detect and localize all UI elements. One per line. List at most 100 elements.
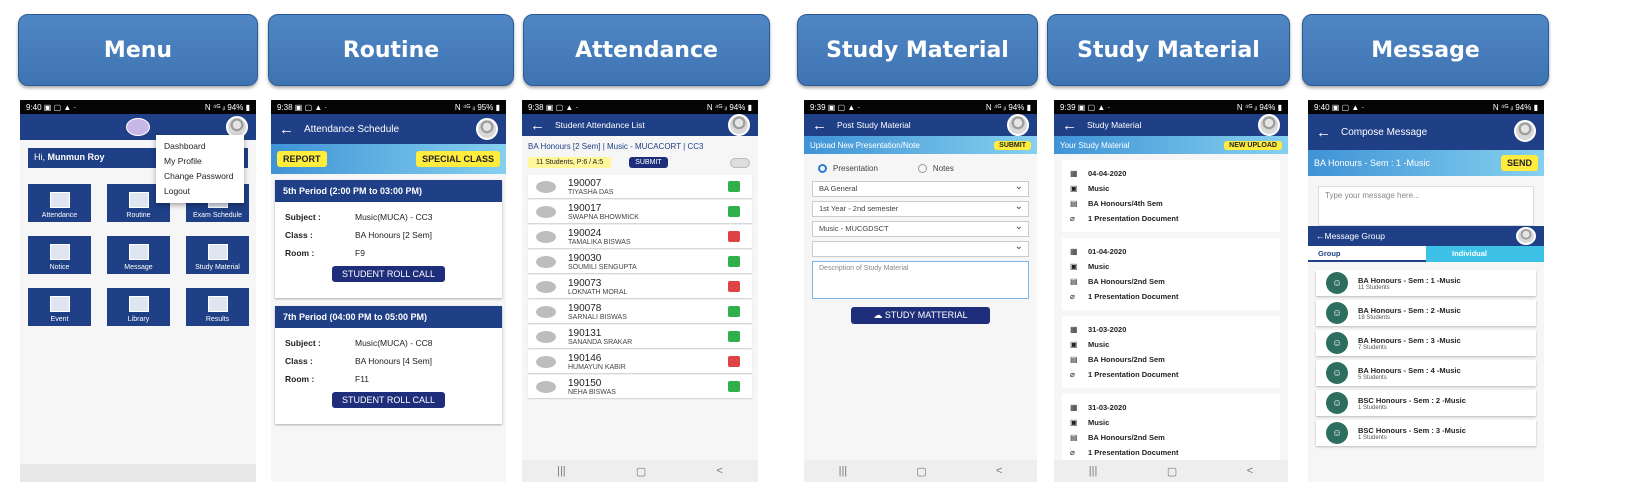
special-class-button[interactable]: SPECIAL CLASS xyxy=(416,151,500,167)
study-doc: 1 Presentation Document xyxy=(1088,214,1179,223)
present-checkbox[interactable] xyxy=(728,306,740,317)
dropdown-dashboard[interactable]: Dashboard xyxy=(164,139,236,154)
dropdown-my-profile[interactable]: My Profile xyxy=(164,154,236,169)
music-icon: ▣ xyxy=(1070,340,1078,349)
student-row[interactable]: 190024 TAMALIKA BISWAS xyxy=(528,225,752,248)
student-row[interactable]: 190150 NEHA BISWAS xyxy=(528,375,752,398)
avatar[interactable] xyxy=(1258,114,1280,136)
tile-study-material[interactable]: Study Material xyxy=(186,236,249,274)
student-roll-call-button[interactable]: STUDENT ROLL CALL xyxy=(331,266,446,282)
student-roll: 190131 xyxy=(568,327,602,339)
header-study-list: Study Material xyxy=(1047,14,1290,86)
dropdown-change-password[interactable]: Change Password xyxy=(164,169,236,184)
recents-icon[interactable]: ||| xyxy=(1089,465,1098,477)
back-arrow-icon[interactable]: ← xyxy=(1316,231,1325,241)
study-material-card[interactable]: ▦ 31-03-2020 ▣ Music ▤ BA Honours/2nd Sem ⌀ 1 P… xyxy=(1062,394,1280,466)
absent-checkbox[interactable] xyxy=(728,281,740,292)
student-row[interactable]: 190007 TIYASHA DAS xyxy=(528,175,752,198)
subject-select[interactable]: Music - MUCGDSCT xyxy=(812,221,1029,238)
study-material-card[interactable]: ▦ 31-03-2020 ▣ Music ▤ BA Honours/2nd Sem ⌀ 1 P… xyxy=(1062,316,1280,388)
group-row[interactable]: ☺ BA Honours - Sem : 2 -Music 18 Students xyxy=(1316,300,1536,326)
student-roll: 190007 xyxy=(568,177,602,189)
send-button[interactable]: SEND xyxy=(1500,155,1538,171)
avatar[interactable] xyxy=(1514,120,1536,142)
avatar[interactable] xyxy=(728,114,750,136)
type-radio-group: Presentation Notes xyxy=(804,154,1037,177)
back-arrow-icon[interactable]: ← xyxy=(1316,124,1331,141)
back-arrow-icon[interactable]: ← xyxy=(279,121,294,138)
home-icon[interactable]: ▢ xyxy=(1167,465,1177,478)
class-value: BA Honours [4 Sem] xyxy=(355,356,433,366)
group-name: BA Honours - Sem : 3 -Music xyxy=(1358,335,1461,345)
student-row[interactable]: 190078 SARNALI BISWAS xyxy=(528,300,752,323)
avatar[interactable] xyxy=(1516,227,1536,245)
description-input[interactable]: Description of Study Material xyxy=(812,261,1029,300)
results-icon xyxy=(207,296,228,312)
group-row[interactable]: ☺ BA Honours - Sem : 3 -Music 7 Students xyxy=(1316,330,1536,356)
dropdown-logout[interactable]: Logout xyxy=(164,184,236,199)
absent-checkbox[interactable] xyxy=(728,231,740,242)
back-arrow-icon[interactable]: ← xyxy=(530,117,545,134)
back-icon[interactable]: < xyxy=(1247,465,1253,477)
home-icon[interactable]: ▢ xyxy=(916,465,926,478)
avatar[interactable] xyxy=(1007,114,1029,136)
back-arrow-icon[interactable]: ← xyxy=(1062,117,1077,134)
notes-radio[interactable]: Notes xyxy=(917,164,954,174)
group-row[interactable]: ☺ BA Honours - Sem : 1 -Music 11 Students xyxy=(1316,270,1536,296)
home-icon[interactable]: ▢ xyxy=(636,465,646,478)
study-material-card[interactable]: ▦ 04-04-2020 ▣ Music ▤ BA Honours/4th Sem ⌀ 1 P… xyxy=(1062,160,1280,232)
study-date: 31-03-2020 xyxy=(1088,403,1127,412)
paper-select[interactable] xyxy=(812,241,1029,258)
submit-button[interactable]: SUBMIT xyxy=(629,156,668,168)
present-checkbox[interactable] xyxy=(728,381,740,392)
recents-icon[interactable]: ||| xyxy=(557,465,566,477)
student-row[interactable]: 190030 SOUMILI SENGUPTA xyxy=(528,250,752,273)
group-icon: ☺ xyxy=(1326,362,1348,384)
upload-study-material-button[interactable]: ☁ STUDY MATTERIAL xyxy=(851,307,990,325)
present-checkbox[interactable] xyxy=(728,181,740,192)
tab-individual[interactable]: Individual xyxy=(1426,246,1544,262)
student-roll: 190073 xyxy=(568,277,602,289)
student-row[interactable]: 190131 SANANDA SRAKAR xyxy=(528,325,752,348)
message-input[interactable]: Type your message here... xyxy=(1318,186,1534,226)
tile-results[interactable]: Results xyxy=(186,288,249,326)
present-checkbox[interactable] xyxy=(728,206,740,217)
study-cls: BA Honours/4th Sem xyxy=(1088,199,1163,208)
tile-attendance[interactable]: Attendance xyxy=(28,184,91,222)
submit-button[interactable]: SUBMIT xyxy=(994,140,1031,150)
tile-library[interactable]: Library xyxy=(107,288,170,326)
student-row[interactable]: 190146 HUMAYUN KABIR xyxy=(528,350,752,373)
student-avatar-icon xyxy=(536,305,556,318)
student-roll-call-button[interactable]: STUDENT ROLL CALL xyxy=(331,392,446,408)
toggle-switch[interactable] xyxy=(730,158,750,168)
semester-select[interactable]: 1st Year - 2nd semester xyxy=(812,201,1029,218)
group-icon: ☺ xyxy=(1326,302,1348,324)
present-checkbox[interactable] xyxy=(728,331,740,342)
presentation-radio[interactable]: Presentation xyxy=(818,164,878,174)
phone-menu: 9:40 ▣ ▢ ▲ · Ν ⁴ᴳ ᵢₗ 94% ▮ Hi, Munmun Roy… xyxy=(20,100,256,482)
tile-message[interactable]: Message xyxy=(107,236,170,274)
student-row[interactable]: 190073 LOKNATH MORAL xyxy=(528,275,752,298)
group-row[interactable]: ☺ BSC Honours - Sem : 2 -Music 1 Students xyxy=(1316,390,1536,416)
group-row[interactable]: ☺ BSC Honours - Sem : 3 -Music 1 Students xyxy=(1316,420,1536,446)
tile-notice[interactable]: Notice xyxy=(28,236,91,274)
student-roll: 190030 xyxy=(568,252,602,264)
back-arrow-icon[interactable]: ← xyxy=(812,117,827,134)
back-icon[interactable]: < xyxy=(996,465,1002,477)
study-material-card[interactable]: ▦ 01-04-2020 ▣ Music ▤ BA Honours/2nd Sem ⌀ 1 P… xyxy=(1062,238,1280,310)
tile-event[interactable]: Event xyxy=(28,288,91,326)
group-row[interactable]: ☺ BA Honours - Sem : 4 -Music 5 Students xyxy=(1316,360,1536,386)
student-row[interactable]: 190017 SWAPNA BHOWMICK xyxy=(528,200,752,223)
app-bar: ← Post Study Material xyxy=(804,114,1037,136)
recents-icon[interactable]: ||| xyxy=(839,465,848,477)
back-icon[interactable]: < xyxy=(716,465,722,477)
present-checkbox[interactable] xyxy=(728,256,740,267)
new-upload-button[interactable]: NEW UPLOAD xyxy=(1224,140,1282,150)
avatar[interactable] xyxy=(476,118,498,140)
tab-group[interactable]: Group xyxy=(1308,246,1426,262)
report-button[interactable]: REPORT xyxy=(277,151,327,167)
recipient: BA Honours - Sem : 1 -Music xyxy=(1314,158,1431,168)
course-line: BA Honours [2 Sem] | Music - MUCACORT | … xyxy=(528,142,704,151)
stream-select[interactable]: BA General xyxy=(812,181,1029,198)
absent-checkbox[interactable] xyxy=(728,356,740,367)
